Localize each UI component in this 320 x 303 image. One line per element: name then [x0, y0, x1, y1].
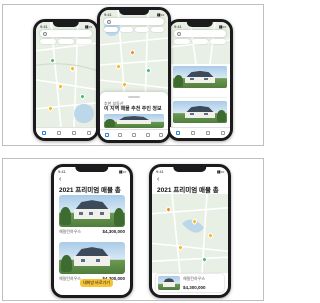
listing-name: 해밀턴하우스 [59, 229, 82, 234]
bottom-tab-bar [36, 127, 96, 138]
favorites-tab-icon[interactable] [145, 133, 150, 137]
search-icon [107, 19, 111, 24]
phone-screen: 9:41 ▮▮ ▭ [170, 22, 230, 138]
filter-chips [40, 39, 92, 44]
map-view[interactable] [152, 194, 228, 273]
phone-house-list: 9:41 ▮▮ ▭ [167, 19, 233, 141]
screen-header: ‹ [59, 176, 125, 183]
profile-tab-icon[interactable] [220, 131, 225, 135]
preview-meta: 해밀턴하우스 $4,300,000 [183, 276, 222, 290]
signal-battery-icon: ▮▮ ▭ [216, 168, 225, 174]
house-photo[interactable] [59, 195, 125, 227]
map-view[interactable] [36, 22, 96, 128]
filter-chip[interactable] [119, 27, 133, 32]
map-tab-icon[interactable] [56, 131, 61, 135]
sheet-headline: 이 지역 매물 추천 주인 정보 [104, 105, 162, 112]
listing-card[interactable]: 해밀턴하우스 $4,300,000 [59, 195, 125, 234]
phone-screen: 9:41 ▮▮ ▭ [36, 22, 96, 138]
filter-chip[interactable] [192, 39, 208, 44]
house-photo[interactable] [59, 242, 125, 274]
screen-header: ‹ [157, 176, 223, 183]
map-tab-icon[interactable] [190, 131, 195, 135]
bottom-tab-bar [170, 127, 230, 138]
bottom-sheet[interactable]: 추천 부동산 이 지역 매물 추천 주인 정보 [100, 92, 168, 130]
listing-price: $4,300,000 [102, 229, 125, 234]
map-preview-card[interactable]: 해밀턴하우스 $4,300,000 [156, 274, 224, 292]
tour-badge[interactable]: 대화방 바로가기 [80, 279, 113, 287]
signal-battery-icon: ▮▮ ▭ [118, 168, 127, 174]
sheet-handle[interactable] [128, 96, 140, 98]
phone-notch [186, 22, 214, 27]
filter-chip[interactable] [40, 39, 56, 44]
house-photo[interactable] [104, 113, 164, 128]
phone-notch [52, 22, 80, 27]
signal-battery-icon: ▮▮ ▭ [84, 23, 93, 29]
phone-premium-map: 9:41 ▮▮ ▭ ‹ 2021 프리미엄 매물 총 7건 [149, 164, 231, 298]
bottom-showcase-panel: 9:41 ▮▮ ▭ ‹ 2021 프리미엄 매물 총 7건 [2, 158, 264, 301]
search-input[interactable] [40, 30, 92, 37]
status-time: 9:41 [156, 168, 164, 174]
back-icon[interactable]: ‹ [157, 176, 159, 183]
favorites-tab-icon[interactable] [71, 131, 76, 135]
chat-tab-icon[interactable] [131, 133, 136, 137]
back-icon[interactable]: ‹ [59, 176, 61, 183]
profile-tab-icon[interactable] [86, 131, 91, 135]
search-input[interactable] [104, 18, 164, 25]
filter-chips [174, 39, 226, 44]
status-time: 9:41 [174, 23, 182, 29]
phone-screen: 9:41 ▮▮ ▭ [100, 10, 168, 140]
filter-chips [104, 27, 164, 32]
house-photo[interactable] [173, 66, 227, 88]
home-tab-icon[interactable] [175, 131, 180, 135]
house-list [173, 66, 227, 123]
search-icon [43, 31, 47, 36]
filter-chip[interactable] [135, 27, 149, 32]
card-meta: 해밀턴하우스 $4,300,000 [59, 229, 125, 234]
filter-chip[interactable] [210, 39, 226, 44]
listing-name: 해밀턴하우스 [183, 276, 206, 281]
map-roads-icon [36, 22, 96, 128]
filter-chip[interactable] [104, 27, 118, 32]
card-list: 해밀턴하우스 $4,300,000 해밀턴하우스 $4,300,000 [59, 195, 125, 281]
phone-notch [173, 167, 207, 172]
phone-map-detail: 9:41 ▮▮ ▭ 추천 부동산 이 지역 매물 추천 주인 정보 [97, 7, 171, 143]
search-icon [177, 31, 181, 36]
favorites-tab-icon[interactable] [205, 131, 210, 135]
status-time: 9:41 [58, 168, 66, 174]
bottom-tab-bar [100, 129, 168, 140]
profile-tab-icon[interactable] [159, 133, 164, 137]
filter-chip[interactable] [174, 39, 190, 44]
list-item-meta [173, 88, 227, 98]
status-time: 9:41 [40, 23, 48, 29]
phone-map-list: 9:41 ▮▮ ▭ [33, 19, 99, 141]
filter-chip[interactable] [150, 27, 164, 32]
search-input[interactable] [174, 30, 226, 37]
map-tab-icon[interactable] [118, 133, 123, 137]
status-time: 9:41 [104, 11, 112, 17]
phone-notch [75, 167, 109, 172]
filter-chip[interactable] [76, 39, 92, 44]
phone-screen: 9:41 ▮▮ ▭ ‹ 2021 프리미엄 매물 총 7건 [54, 167, 130, 295]
phone-notch [119, 10, 149, 15]
top-showcase-panel: 9:41 ▮▮ ▭ 9:41 ▮▮ ▭ 9:41 ▮▮ ▭ 추천 부동산 이 지… [2, 4, 264, 146]
house-photo[interactable] [173, 101, 227, 123]
phone-screen: 9:41 ▮▮ ▭ ‹ 2021 프리미엄 매물 총 7건 [152, 167, 228, 295]
listing-card[interactable]: 해밀턴하우스 $4,300,000 [59, 242, 125, 281]
listing-name: 해밀턴하우스 [59, 276, 82, 281]
house-photo[interactable] [158, 276, 180, 290]
home-tab-icon[interactable] [104, 133, 109, 137]
phone-premium-list: 9:41 ▮▮ ▭ ‹ 2021 프리미엄 매물 총 7건 [51, 164, 133, 298]
listing-price: $4,300,000 [183, 285, 206, 290]
filter-chip[interactable] [58, 39, 74, 44]
home-tab-icon[interactable] [41, 131, 46, 135]
map-roads-icon [152, 194, 228, 273]
signal-battery-icon: ▮▮ ▭ [156, 11, 165, 17]
signal-battery-icon: ▮▮ ▭ [218, 23, 227, 29]
